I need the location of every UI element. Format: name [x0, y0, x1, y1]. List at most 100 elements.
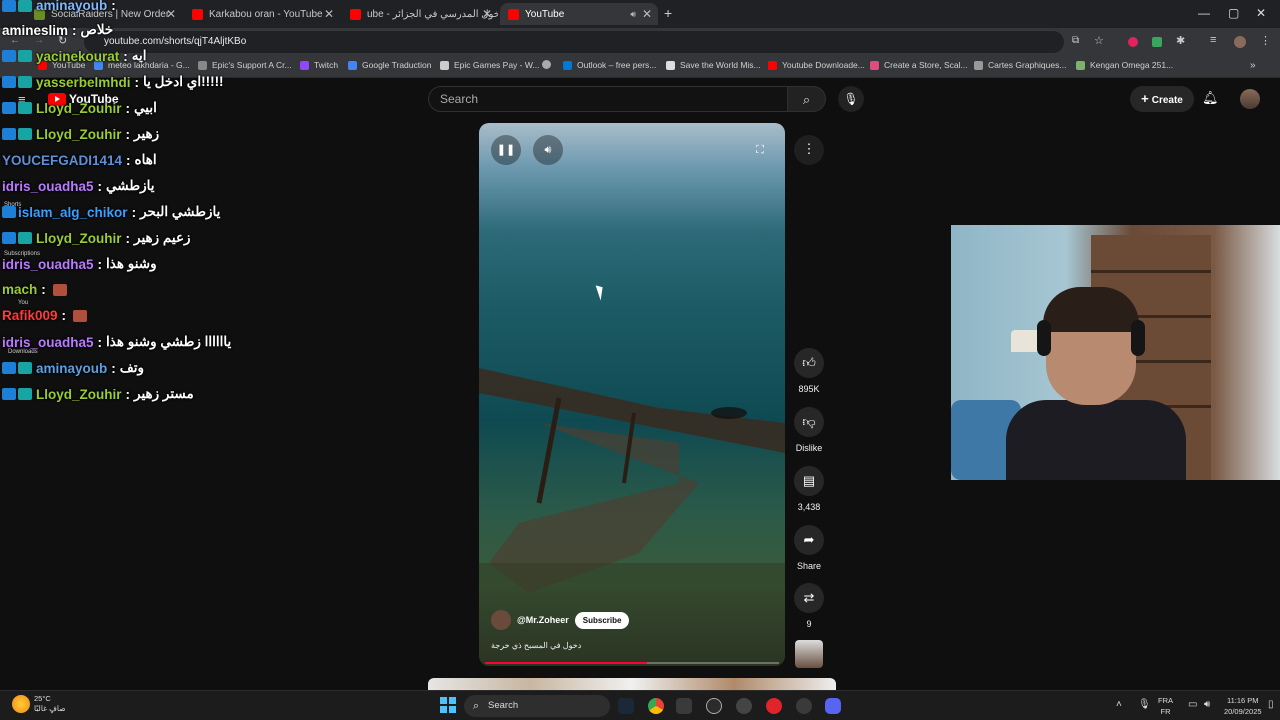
create-button[interactable]: + Create: [1130, 86, 1194, 112]
search-placeholder: Search: [440, 92, 479, 106]
chat-username[interactable]: YOUCEFGADI1414: [2, 153, 122, 168]
volume-tray-icon[interactable]: 🔊︎: [1204, 699, 1210, 710]
subscribe-button[interactable]: Subscribe: [574, 611, 630, 629]
chat-separator: :: [131, 204, 137, 220]
chat-username[interactable]: Lloyd_Zouhir: [36, 101, 122, 116]
app-icon[interactable]: [736, 698, 752, 714]
share-icon[interactable]: ➦: [794, 525, 824, 555]
bookmark-outlook[interactable]: Outlook – free pers...: [563, 60, 656, 70]
bookmark-kengan[interactable]: Kengan Omega 251...: [1076, 60, 1173, 70]
chat-username[interactable]: idris_ouadha5: [2, 179, 94, 194]
screen-capture-icon[interactable]: [676, 698, 692, 714]
chat-username[interactable]: yacinekourat: [36, 49, 119, 64]
bookmark-star-icon[interactable]: ☆: [1094, 34, 1104, 47]
window-close-button[interactable]: ✕: [1256, 6, 1266, 20]
bookmark-yt-downloader[interactable]: Youtube Downloade...: [768, 60, 865, 70]
opera-icon[interactable]: [766, 698, 782, 714]
remix-action[interactable]: ⇄ 9: [794, 583, 824, 629]
share-action[interactable]: ➦ Share: [794, 525, 824, 571]
bookmark-label: Youtube Downloade...: [782, 60, 865, 70]
dislike-action[interactable]: 👎︎ Dislike: [794, 407, 824, 453]
more-options-button[interactable]: ⋮: [794, 135, 824, 165]
notifications-bell-icon[interactable]: 🔔︎: [1202, 90, 1219, 106]
bookmark-twitch[interactable]: Twitch: [300, 60, 338, 70]
search-button[interactable]: ⌕: [788, 86, 826, 112]
bookmarks-overflow-icon[interactable]: »: [1250, 60, 1256, 71]
bookmark-epic-pay[interactable]: Epic Games Pay - W...: [440, 60, 540, 70]
close-icon[interactable]: ✕: [642, 7, 652, 21]
bookmark-cartes-graphiques[interactable]: Cartes Graphiques...: [974, 60, 1066, 70]
bookmark-google-translate[interactable]: Google Traduction: [348, 60, 431, 70]
chat-text: وشنو هذا: [106, 256, 157, 271]
taskbar-search[interactable]: Search: [464, 695, 610, 717]
bookmark-save-the-world[interactable]: Save the World Mis...: [666, 60, 761, 70]
voice-search-button[interactable]: 🎙︎: [838, 86, 864, 112]
chat-username[interactable]: mach: [2, 282, 37, 297]
chat-separator: :: [41, 282, 46, 297]
maximize-button[interactable]: ▢: [1228, 6, 1239, 20]
tab-algeria-school[interactable]: ube - الدخول المدرسي في الجزائر ✕: [342, 3, 498, 25]
volume-button[interactable]: 🔊︎: [533, 135, 563, 165]
fullscreen-button[interactable]: ⛶: [745, 135, 775, 165]
chat-username[interactable]: idris_ouadha5: [2, 335, 94, 350]
chat-username[interactable]: islam_alg_chikor: [18, 205, 128, 220]
remix-icon[interactable]: ⇄: [794, 583, 824, 613]
account-avatar[interactable]: [1240, 89, 1260, 109]
comment-icon[interactable]: ▤: [794, 466, 824, 496]
tab-youtube-active[interactable]: YouTube 🔊︎ ✕: [500, 3, 658, 25]
chat-username[interactable]: Lloyd_Zouhir: [36, 387, 122, 402]
thumbs-up-icon[interactable]: 👍︎: [794, 348, 824, 378]
comments-action[interactable]: ▤ 3,438: [794, 466, 824, 512]
extension-red-icon[interactable]: [1128, 37, 1138, 47]
clock[interactable]: 11:16 PM 20/09/2025: [1224, 695, 1262, 717]
chat-username[interactable]: Lloyd_Zouhir: [36, 231, 122, 246]
pause-button[interactable]: ❚❚: [491, 135, 521, 165]
chat-message: YOUCEFGADI1414: اهاه: [2, 152, 157, 168]
speaker-icon[interactable]: 🔊︎: [630, 9, 636, 20]
browser-menu-icon[interactable]: ⋮: [1260, 34, 1271, 47]
bookmark-label: Kengan Omega 251...: [1090, 60, 1174, 70]
shorts-video-player[interactable]: ❚❚ 🔊︎ ⛶ @Mr.Zoheer Subscribe دخول في الم…: [479, 123, 785, 666]
extension-green-icon[interactable]: [1152, 37, 1162, 47]
bookmark-create-store[interactable]: Create a Store, Scal...: [870, 60, 968, 70]
minimize-button[interactable]: —: [1198, 6, 1210, 20]
language-indicator[interactable]: FRA FR: [1158, 695, 1173, 717]
bookmark-globe[interactable]: [542, 60, 556, 69]
chat-username[interactable]: Lloyd_Zouhir: [36, 127, 122, 142]
chat-username[interactable]: yasserbelmhdi: [36, 75, 131, 90]
windows-start-icon[interactable]: [440, 697, 456, 713]
channel-name[interactable]: @Mr.Zoheer: [517, 615, 569, 625]
sound-thumbnail[interactable]: [795, 640, 823, 668]
chrome-icon[interactable]: [648, 698, 664, 714]
chat-username[interactable]: idris_ouadha5: [2, 257, 94, 272]
chat-message: idris_ouadha5: يازطشي: [2, 178, 154, 194]
install-app-icon[interactable]: ⧉: [1072, 35, 1079, 46]
lang-bottom: FR: [1160, 707, 1171, 716]
channel-avatar[interactable]: [491, 610, 511, 630]
microphone-tray-icon[interactable]: 🎙︎: [1138, 699, 1151, 710]
steam-icon[interactable]: [618, 698, 634, 714]
weather-widget[interactable]: 25°C صافٍ غالبًا: [12, 694, 66, 714]
thumbs-down-icon[interactable]: 👎︎: [794, 407, 824, 437]
notification-center-icon[interactable]: ▯: [1268, 699, 1274, 710]
obs-icon[interactable]: [796, 698, 812, 714]
chat-username[interactable]: Rafik009: [2, 308, 58, 323]
network-icon[interactable]: ▭: [1188, 699, 1197, 710]
new-tab-button[interactable]: +: [664, 5, 672, 21]
chat-username[interactable]: amineslim: [2, 23, 68, 38]
profile-avatar[interactable]: [1234, 36, 1246, 48]
chat-message: islam_alg_chikor: يازطشي البحر: [2, 204, 220, 220]
like-action[interactable]: 👍︎ 895K: [794, 348, 824, 394]
tray-overflow-icon[interactable]: ˄: [1116, 699, 1122, 710]
extensions-puzzle-icon[interactable]: ✱: [1176, 34, 1185, 47]
chatgpt-icon[interactable]: [706, 698, 722, 714]
media-controls-icon[interactable]: ≡: [1210, 34, 1216, 46]
discord-icon[interactable]: [825, 698, 841, 714]
close-icon[interactable]: ✕: [324, 7, 334, 21]
chat-username[interactable]: aminayoub: [36, 0, 107, 13]
next-short-preview[interactable]: [428, 678, 836, 690]
video-progress-bar[interactable]: [485, 662, 779, 664]
close-icon[interactable]: ✕: [482, 7, 492, 21]
chat-username[interactable]: aminayoub: [36, 361, 107, 376]
search-input[interactable]: Search: [428, 86, 788, 112]
